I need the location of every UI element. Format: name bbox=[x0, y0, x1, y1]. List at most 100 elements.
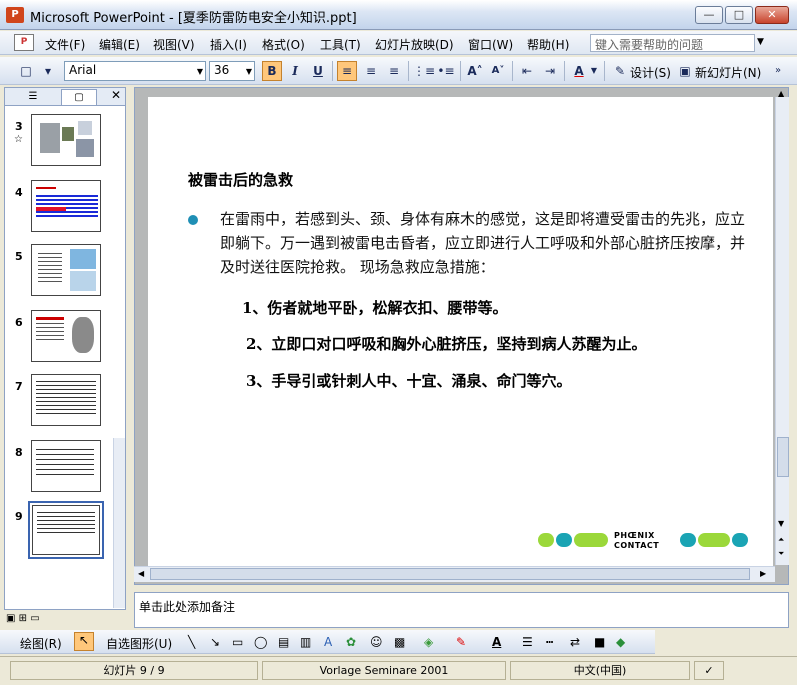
thumb-text bbox=[36, 207, 66, 211]
scroll-up-icon[interactable]: ▲ bbox=[778, 89, 784, 98]
font-color-icon[interactable]: A bbox=[492, 635, 501, 649]
bullet-list-icon[interactable]: •≡ bbox=[436, 61, 456, 81]
font-size-value: 36 bbox=[214, 63, 230, 77]
select-pointer-icon[interactable]: ↖ bbox=[74, 632, 94, 651]
wordart-icon[interactable]: A bbox=[324, 635, 332, 649]
font-name-select[interactable]: Arial ▼ bbox=[64, 61, 206, 81]
slide-thumbnail[interactable] bbox=[31, 114, 101, 166]
slide-thumbnail[interactable] bbox=[31, 310, 101, 362]
next-slide-icon[interactable]: ⏷ bbox=[778, 549, 784, 559]
chevron-down-icon[interactable]: ▼ bbox=[757, 37, 764, 47]
thumb-text bbox=[36, 449, 94, 475]
diagram-icon[interactable]: ✿ bbox=[346, 635, 356, 649]
fill-color-icon[interactable]: ◈ bbox=[424, 635, 433, 649]
slide-body-text[interactable]: 在雷雨中，若感到头、颈、身体有麻木的感觉，这是即将遭受雷击的先兆，应立即躺下。万… bbox=[220, 207, 755, 279]
line-color-icon[interactable]: ✎ bbox=[456, 635, 466, 649]
step-item[interactable]: 1、伤者就地平卧，松解衣扣、腰带等。 bbox=[242, 297, 507, 318]
line-tool-icon[interactable]: ╲ bbox=[188, 635, 195, 649]
clipart-icon[interactable]: ☺ bbox=[370, 635, 383, 649]
previous-slide-icon[interactable]: ⏶ bbox=[778, 535, 784, 545]
chevron-down-icon[interactable]: ▼ bbox=[589, 61, 599, 81]
step-item[interactable]: 2、立即口对口呼吸和胸外心脏挤压，坚持到病人苏醒为止。 bbox=[246, 333, 646, 354]
slide-thumbnail[interactable] bbox=[31, 374, 101, 426]
design-icon[interactable]: ✎ bbox=[610, 61, 630, 81]
menu-edit[interactable]: 编辑(E) bbox=[99, 36, 140, 53]
scrollbar-thumb[interactable] bbox=[777, 437, 789, 477]
font-color-icon[interactable]: A bbox=[569, 61, 589, 81]
slide-thumbnail[interactable] bbox=[31, 180, 101, 232]
menu-format[interactable]: 格式(O) bbox=[262, 36, 305, 53]
menu-help[interactable]: 帮助(H) bbox=[527, 36, 569, 53]
help-search-input[interactable]: 键入需要帮助的问题 bbox=[590, 34, 755, 52]
menu-file[interactable]: 文件(F) bbox=[45, 36, 85, 53]
menu-tools[interactable]: 工具(T) bbox=[320, 36, 361, 53]
slide-canvas[interactable]: 被雷击后的急救 在雷雨中，若感到头、颈、身体有麻木的感觉，这是即将遭受雷击的先兆… bbox=[148, 97, 773, 567]
scroll-down-icon[interactable]: ▼ bbox=[778, 519, 784, 528]
document-icon[interactable]: P bbox=[14, 34, 34, 51]
slide-title[interactable]: 被雷击后的急救 bbox=[188, 169, 293, 190]
oval-tool-icon[interactable]: ◯ bbox=[254, 635, 267, 649]
autoshapes-button[interactable]: 自选图形(U) bbox=[106, 635, 172, 652]
rectangle-tool-icon[interactable]: ▭ bbox=[232, 635, 243, 649]
arrow-tool-icon[interactable]: ↘ bbox=[210, 635, 220, 649]
3d-style-icon[interactable]: ◆ bbox=[616, 635, 625, 649]
toolbar-overflow-icon[interactable]: » bbox=[768, 61, 788, 81]
slide-vertical-scrollbar[interactable]: ▲ ▼ ⏶ ⏷ bbox=[775, 89, 789, 565]
restore-button[interactable]: □ bbox=[725, 6, 753, 24]
new-slide-button[interactable]: 新幻灯片(N) bbox=[695, 64, 761, 81]
slide-counter: 幻灯片 9 / 9 bbox=[10, 661, 258, 680]
italic-button[interactable]: I bbox=[285, 61, 305, 81]
slide-thumbnail[interactable] bbox=[31, 440, 101, 492]
scroll-right-icon[interactable]: ▶ bbox=[760, 569, 766, 578]
align-right-icon[interactable]: ≡ bbox=[384, 61, 404, 81]
numbered-list-icon[interactable]: ⋮≡ bbox=[413, 61, 435, 81]
bold-button[interactable]: B bbox=[262, 61, 282, 81]
toolbar-options-icon[interactable]: ▾ bbox=[38, 61, 58, 81]
underline-button[interactable]: U bbox=[308, 61, 328, 81]
font-size-select[interactable]: 36 ▼ bbox=[209, 61, 255, 81]
minimize-button[interactable]: — bbox=[695, 6, 723, 24]
slide-thumbnail[interactable] bbox=[31, 244, 101, 296]
powerpoint-app-icon[interactable]: P bbox=[6, 7, 24, 23]
align-center-icon[interactable]: ≡ bbox=[361, 61, 381, 81]
decrease-indent-icon[interactable]: ⇤ bbox=[517, 61, 537, 81]
tab-outline[interactable]: ☰ bbox=[15, 89, 51, 105]
textbox-icon[interactable]: ▤ bbox=[278, 635, 289, 649]
spelling-icon[interactable]: ✓ bbox=[694, 661, 724, 680]
step-item[interactable]: 3、手导引或针刺人中、十宜、涌泉、命门等穴。 bbox=[246, 370, 571, 391]
new-slide-icon[interactable]: ▣ bbox=[675, 61, 695, 81]
close-icon[interactable]: ✕ bbox=[111, 88, 121, 102]
align-left-icon[interactable]: ≡ bbox=[337, 61, 357, 81]
menu-slideshow[interactable]: 幻灯片放映(D) bbox=[375, 36, 454, 53]
star-icon: ☆ bbox=[14, 134, 23, 145]
dash-style-icon[interactable]: ┅ bbox=[546, 635, 553, 649]
close-button[interactable]: ✕ bbox=[755, 6, 789, 24]
toolbar-separator bbox=[332, 61, 333, 81]
slide-horizontal-scrollbar[interactable]: ◀ ▶ bbox=[134, 566, 775, 582]
new-document-icon[interactable]: □ bbox=[16, 61, 36, 81]
thumbnail-number: 6 bbox=[15, 316, 23, 329]
slide-thumbnail-selected[interactable] bbox=[28, 501, 104, 559]
notes-placeholder[interactable]: 单击此处添加备注 bbox=[139, 598, 235, 615]
menu-window[interactable]: 窗口(W) bbox=[468, 36, 513, 53]
slide-sorter-icon[interactable]: ⊞ bbox=[19, 613, 27, 624]
vertical-textbox-icon[interactable]: ▥ bbox=[300, 635, 311, 649]
notes-pane[interactable]: 单击此处添加备注 bbox=[134, 592, 789, 628]
line-style-icon[interactable]: ☰ bbox=[522, 635, 533, 649]
decrease-font-icon[interactable]: A˅ bbox=[488, 61, 508, 81]
scroll-left-icon[interactable]: ◀ bbox=[138, 569, 144, 578]
design-button[interactable]: 设计(S) bbox=[630, 64, 671, 81]
menu-insert[interactable]: 插入(I) bbox=[210, 36, 247, 53]
scrollbar-thumb[interactable] bbox=[150, 568, 750, 580]
shadow-style-icon[interactable]: ■ bbox=[594, 635, 605, 649]
increase-indent-icon[interactable]: ⇥ bbox=[540, 61, 560, 81]
normal-view-icon[interactable]: ▣ bbox=[6, 613, 15, 624]
increase-font-icon[interactable]: A˄ bbox=[465, 61, 485, 81]
menu-view[interactable]: 视图(V) bbox=[153, 36, 195, 53]
insert-picture-icon[interactable]: ▩ bbox=[394, 635, 405, 649]
thumbnail-scrollbar[interactable] bbox=[113, 438, 125, 608]
draw-menu-button[interactable]: 绘图(R) bbox=[20, 635, 62, 652]
arrow-style-icon[interactable]: ⇄ bbox=[570, 635, 580, 649]
slideshow-icon[interactable]: ▭ bbox=[30, 613, 39, 624]
tab-slides[interactable]: ▢ bbox=[61, 89, 97, 105]
